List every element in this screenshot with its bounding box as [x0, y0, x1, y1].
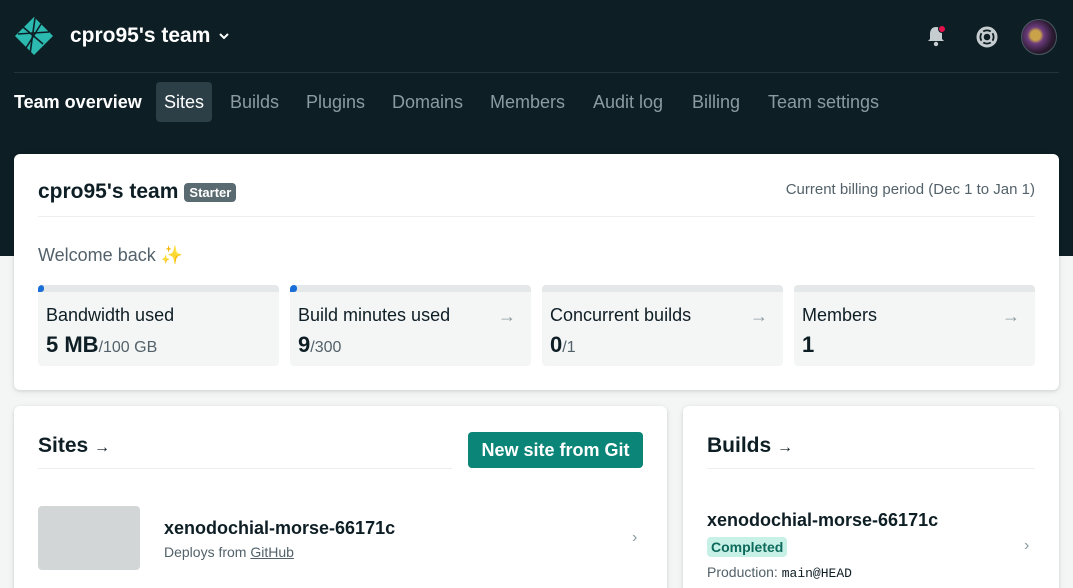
progress-track — [542, 285, 783, 292]
sites-card: Sites → New site from Git xenodochial-mo… — [14, 406, 667, 588]
billing-period: Current billing period (Dec 1 to Jan 1) — [785, 181, 1035, 198]
tab-members[interactable]: Members — [490, 82, 565, 122]
avatar[interactable] — [1021, 19, 1057, 55]
progress-fill — [290, 285, 298, 292]
welcome-text: Welcome back — [38, 245, 156, 265]
stat-build-minutes[interactable]: Build minutes used 9/300 → — [290, 285, 531, 366]
builds-heading: Builds — [707, 434, 772, 457]
plan-badge: Starter — [184, 182, 237, 202]
stat-amount: 1 — [802, 332, 815, 357]
tab-billing[interactable]: Billing — [692, 82, 740, 122]
stat-label: Members — [802, 305, 878, 325]
tab-team-settings[interactable]: Team settings — [768, 82, 879, 122]
header-divider — [14, 72, 1059, 73]
chevron-right-icon: › — [632, 529, 638, 546]
sites-divider — [38, 468, 452, 469]
stat-value: 5 MB/100 GB — [46, 332, 157, 358]
progress-track — [38, 285, 279, 292]
arrow-right-icon: → — [498, 306, 516, 326]
stat-label: Concurrent builds — [550, 305, 692, 325]
sites-heading: Sites — [38, 434, 89, 457]
stat-value: 0/1 — [550, 332, 576, 358]
stat-label: Bandwidth used — [46, 305, 175, 325]
team-overview-card: cpro95's team Starter Current billing pe… — [14, 154, 1059, 390]
build-context-label: Production: — [707, 564, 778, 580]
sites-heading-link[interactable]: Sites → — [38, 434, 110, 458]
arrow-right-icon: → — [750, 306, 768, 326]
arrow-right-icon: → — [94, 439, 111, 456]
build-context: Production: main@HEAD — [707, 564, 852, 581]
stat-amount: 9 — [298, 332, 311, 357]
team-switcher[interactable]: cpro95's team — [70, 24, 230, 48]
netlify-logo-icon[interactable] — [13, 15, 55, 57]
builds-card: Builds → xenodochial-morse-66171c Comple… — [683, 406, 1059, 588]
site-thumbnail — [38, 506, 140, 570]
tab-sites[interactable]: Sites — [156, 82, 213, 122]
arrow-right-icon: → — [1002, 306, 1020, 326]
tab-audit-log[interactable]: Audit log — [593, 82, 663, 122]
arrow-right-icon: → — [777, 439, 794, 456]
progress-track — [290, 285, 531, 292]
stat-limit: /100 GB — [98, 339, 158, 356]
progress-fill — [38, 285, 44, 292]
builds-heading-link[interactable]: Builds → — [707, 434, 793, 458]
chevron-down-icon — [219, 33, 230, 40]
tab-builds[interactable]: Builds — [230, 82, 279, 122]
progress-track — [794, 285, 1035, 292]
tab-team-overview[interactable]: Team overview — [14, 82, 142, 122]
overview-team-name: cpro95's team — [38, 180, 179, 203]
stat-bandwidth: Bandwidth used 5 MB/100 GB — [38, 285, 279, 366]
builds-divider — [707, 468, 1035, 469]
top-bar: cpro95's team — [0, 0, 1073, 73]
stat-limit: /300 — [310, 339, 342, 356]
stat-value: 9/300 — [298, 332, 341, 358]
overview-heading: cpro95's team Starter — [38, 180, 237, 204]
stat-limit: /1 — [562, 339, 576, 356]
overview-divider — [38, 216, 1035, 217]
tab-domains[interactable]: Domains — [392, 82, 463, 122]
stat-concurrent-builds[interactable]: Concurrent builds 0/1 → — [542, 285, 783, 366]
site-name: xenodochial-morse-66171c — [164, 518, 396, 538]
bell-icon[interactable] — [924, 24, 948, 48]
new-site-from-git-button[interactable]: New site from Git — [468, 432, 643, 468]
stat-members[interactable]: Members 1 → — [794, 285, 1035, 366]
sparkles-icon: ✨ — [160, 245, 184, 265]
stat-value: 1 — [802, 332, 814, 358]
stat-amount: 0 — [550, 332, 563, 357]
build-ref: main@HEAD — [781, 566, 852, 581]
help-icon[interactable] — [975, 25, 999, 49]
welcome-message: Welcome back ✨ — [38, 245, 183, 266]
deploys-from-label: Deploys from — [164, 544, 247, 560]
chevron-right-icon: › — [1024, 537, 1030, 554]
build-status-badge: Completed — [707, 537, 788, 557]
tab-plugins[interactable]: Plugins — [306, 82, 365, 122]
site-source: Deploys from GitHub — [164, 544, 294, 560]
github-link[interactable]: GitHub — [250, 544, 294, 560]
stat-label: Build minutes used — [298, 305, 451, 325]
build-site-name: xenodochial-morse-66171c — [707, 510, 939, 530]
team-name: cpro95's team — [70, 24, 211, 47]
stat-amount: 5 MB — [46, 332, 99, 357]
